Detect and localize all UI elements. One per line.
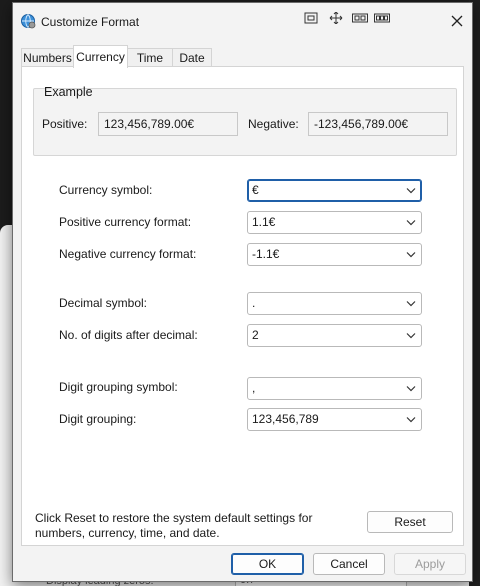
- chevron-down-icon: [406, 333, 416, 339]
- negative-format-value: -1.1€: [252, 247, 280, 261]
- tab-time[interactable]: Time: [127, 48, 173, 67]
- negative-format-label: Negative currency format:: [59, 247, 197, 261]
- tile-window-icon[interactable]: [374, 12, 390, 24]
- digit-grouping-symbol-label: Digit grouping symbol:: [59, 380, 178, 394]
- decimal-symbol-value: .: [252, 296, 256, 310]
- reset-description: Click Reset to restore the system defaul…: [35, 511, 313, 540]
- positive-format-value: 1.1€: [252, 215, 276, 229]
- positive-format-label: Positive currency format:: [59, 215, 192, 229]
- tab-currency[interactable]: Currency: [73, 45, 128, 68]
- cancel-button[interactable]: Cancel: [313, 553, 385, 575]
- chevron-down-icon: [406, 220, 416, 226]
- positive-format-combo[interactable]: 1.1€: [247, 211, 422, 234]
- title-bar: Customize Format: [13, 3, 472, 39]
- positive-label: Positive:: [42, 117, 88, 131]
- positive-example-value: 123,456,789.00€: [98, 112, 238, 136]
- chevron-down-icon: [406, 252, 416, 258]
- customize-format-dialog: Customize Format Numbers Currency Time D…: [12, 2, 473, 582]
- globe-settings-icon: [21, 14, 36, 29]
- currency-symbol-label: Currency symbol:: [59, 183, 153, 197]
- digit-grouping-combo[interactable]: 123,456,789: [247, 408, 422, 431]
- currency-symbol-value: €: [252, 183, 259, 197]
- currency-tab-panel: Example Positive: 123,456,789.00€ Negati…: [21, 66, 464, 546]
- digit-grouping-value: 123,456,789: [252, 412, 319, 426]
- digit-grouping-label: Digit grouping:: [59, 412, 137, 426]
- digits-after-decimal-value: 2: [252, 328, 259, 342]
- split-window-icon[interactable]: [352, 12, 368, 24]
- apply-button[interactable]: Apply: [394, 553, 466, 575]
- example-group: Example Positive: 123,456,789.00€ Negati…: [33, 85, 457, 156]
- ok-button[interactable]: OK: [231, 553, 304, 575]
- negative-label: Negative:: [248, 117, 299, 131]
- background-window-edge: [0, 225, 12, 586]
- chevron-down-icon: [406, 301, 416, 307]
- digits-after-decimal-combo[interactable]: 2: [247, 324, 422, 347]
- decimal-symbol-combo[interactable]: .: [247, 292, 422, 315]
- example-group-title: Example: [44, 85, 93, 99]
- decimal-symbol-label: Decimal symbol:: [59, 296, 148, 310]
- negative-format-combo[interactable]: -1.1€: [247, 243, 422, 266]
- chevron-down-icon: [406, 386, 416, 392]
- digit-grouping-symbol-combo[interactable]: ,: [247, 377, 422, 400]
- digits-after-decimal-label: No. of digits after decimal:: [59, 328, 198, 342]
- move-icon[interactable]: [329, 12, 343, 24]
- reset-button[interactable]: Reset: [367, 511, 453, 533]
- close-icon[interactable]: [450, 14, 464, 28]
- chevron-down-icon: [406, 188, 416, 194]
- tab-date[interactable]: Date: [172, 48, 212, 67]
- frame-icon[interactable]: [304, 12, 318, 24]
- negative-example-value: -123,456,789.00€: [308, 112, 448, 136]
- window-title: Customize Format: [41, 15, 140, 29]
- digit-grouping-symbol-value: ,: [252, 381, 256, 395]
- tab-numbers[interactable]: Numbers: [21, 48, 74, 67]
- currency-symbol-combo[interactable]: €: [247, 179, 422, 202]
- chevron-down-icon: [406, 417, 416, 423]
